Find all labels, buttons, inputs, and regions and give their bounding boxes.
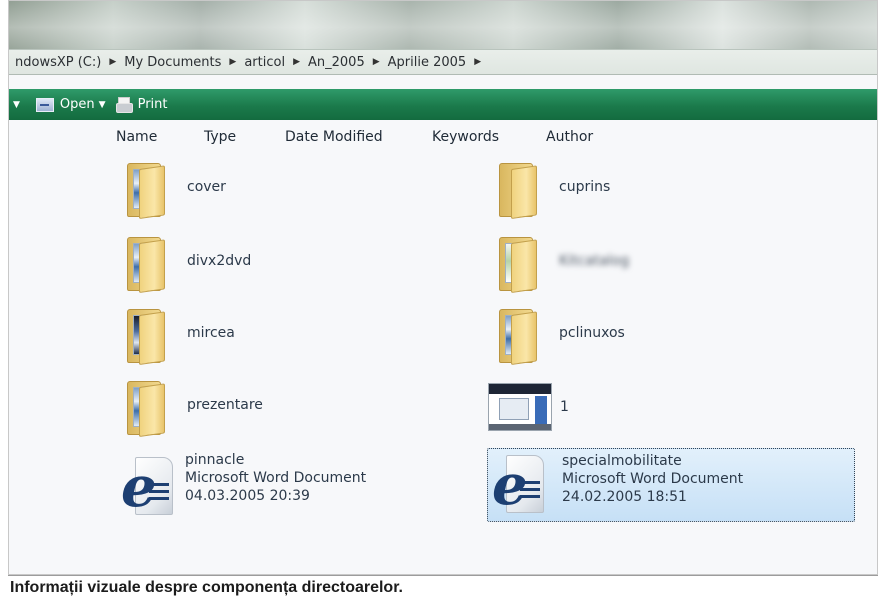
file-name: 1	[560, 399, 569, 415]
breadcrumb-arrow-icon[interactable]: ▶	[291, 57, 302, 67]
open-button[interactable]: Open	[35, 97, 95, 112]
folder-item-cover[interactable]: cover	[123, 161, 423, 225]
address-bar[interactable]: ndowsXP (C:) ▶ My Documents ▶ articol ▶ …	[9, 49, 877, 75]
breadcrumb-my-documents[interactable]: My Documents	[118, 55, 227, 70]
file-name: specialmobilitate	[562, 453, 682, 469]
figure-caption: Informații vizuale despre componența dir…	[0, 576, 886, 601]
organize-dropdown-icon[interactable]: ▼	[13, 100, 20, 110]
explorer-window: ndowsXP (C:) ▶ My Documents ▶ articol ▶ …	[8, 0, 878, 575]
caption-text: Informații vizuale despre componența dir…	[10, 579, 403, 596]
folder-icon	[123, 237, 169, 293]
folder-icon	[495, 163, 541, 219]
folder-icon	[123, 381, 169, 437]
print-button[interactable]: Print	[115, 97, 168, 113]
breadcrumb-arrow-icon[interactable]: ▶	[227, 57, 238, 67]
printer-icon	[115, 97, 133, 113]
window-glass-frame	[9, 1, 877, 49]
file-details: specialmobilitate Microsoft Word Documen…	[562, 452, 743, 506]
file-type: Microsoft Word Document	[185, 470, 367, 486]
word-doc-item-pinnacle[interactable]: e pinnacle Microsoft Word Document 04.03…	[121, 451, 421, 525]
breadcrumb-an-2005[interactable]: An_2005	[302, 55, 371, 70]
folder-item-blurred[interactable]: Kitcatalog	[495, 235, 795, 299]
word-document-icon: e	[121, 453, 179, 517]
folder-icon	[495, 309, 541, 365]
breadcrumb-arrow-icon[interactable]: ▶	[371, 57, 382, 67]
image-thumbnail	[488, 383, 552, 431]
folder-name: Kitcatalog	[559, 253, 630, 269]
column-header-date-modified[interactable]: Date Modified	[285, 129, 383, 145]
print-label: Print	[137, 97, 168, 112]
folder-icon	[495, 237, 541, 293]
file-date: 04.03.2005 20:39	[185, 488, 310, 504]
folder-item-prezentare[interactable]: prezentare	[123, 379, 423, 443]
word-doc-item-specialmobilitate[interactable]: e specialmobilitate Microsoft Word Docum…	[487, 448, 855, 522]
breadcrumb-arrow-icon[interactable]: ▶	[472, 57, 483, 67]
breadcrumb-aprilie-2005[interactable]: Aprilie 2005	[382, 55, 473, 70]
command-toolbar: ▼ Open ▼ Print	[9, 89, 877, 120]
folder-name: cuprins	[559, 179, 611, 195]
breadcrumb-arrow-icon[interactable]: ▶	[107, 57, 118, 67]
file-details: pinnacle Microsoft Word Document 04.03.2…	[185, 451, 366, 505]
column-headers: Name Type Date Modified Keywords Author	[9, 125, 877, 149]
image-item-1[interactable]: 1	[488, 381, 788, 445]
folder-icon	[123, 309, 169, 365]
file-name: pinnacle	[185, 452, 245, 468]
column-header-keywords[interactable]: Keywords	[432, 129, 499, 145]
folder-name: divx2dvd	[187, 253, 252, 269]
folder-item-cuprins[interactable]: cuprins	[495, 161, 795, 225]
folder-name: prezentare	[187, 397, 263, 413]
folder-item-pclinuxos[interactable]: pclinuxos	[495, 307, 795, 371]
folder-item-mircea[interactable]: mircea	[123, 307, 423, 371]
open-icon	[35, 97, 54, 112]
breadcrumb-articol[interactable]: articol	[238, 55, 291, 70]
column-header-type[interactable]: Type	[204, 129, 236, 145]
folder-name: mircea	[187, 325, 235, 341]
file-date: 24.02.2005 18:51	[562, 489, 687, 505]
file-type: Microsoft Word Document	[562, 471, 744, 487]
word-document-icon: e	[492, 451, 550, 515]
open-label: Open	[59, 97, 95, 112]
folder-item-divx2dvd[interactable]: divx2dvd	[123, 235, 423, 299]
folder-name: pclinuxos	[559, 325, 625, 341]
open-dropdown-icon[interactable]: ▼	[99, 100, 106, 110]
column-header-author[interactable]: Author	[546, 129, 593, 145]
folder-name: cover	[187, 179, 226, 195]
folder-icon	[123, 163, 169, 219]
breadcrumb-drive[interactable]: ndowsXP (C:)	[9, 55, 107, 70]
column-header-name[interactable]: Name	[116, 129, 157, 145]
